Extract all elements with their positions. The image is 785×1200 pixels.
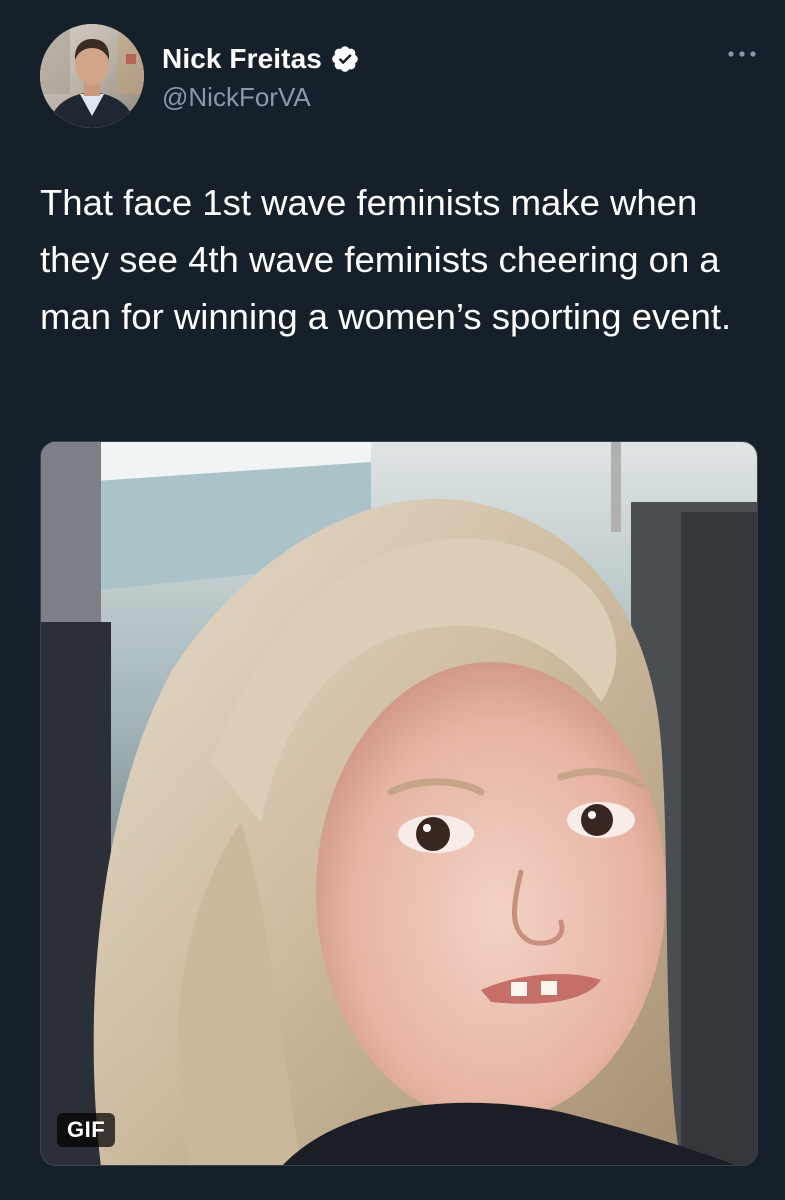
avatar-photo <box>40 24 144 128</box>
author-avatar[interactable] <box>40 24 144 128</box>
gif-badge: GIF <box>57 1113 116 1147</box>
tweet-card: Nick Freitas @NickForVA That face 1st wa… <box>0 0 785 1200</box>
author-name[interactable]: Nick Freitas <box>162 43 322 75</box>
verified-badge-icon <box>330 44 360 74</box>
tweet-media-gif[interactable]: GIF <box>40 441 758 1166</box>
author-handle[interactable]: @NickForVA <box>162 82 311 113</box>
gif-still-image <box>41 442 757 1165</box>
tweet-text: That face 1st wave feminists make when t… <box>40 182 732 337</box>
more-options-icon[interactable] <box>722 44 762 64</box>
author-name-row[interactable]: Nick Freitas <box>162 40 360 78</box>
